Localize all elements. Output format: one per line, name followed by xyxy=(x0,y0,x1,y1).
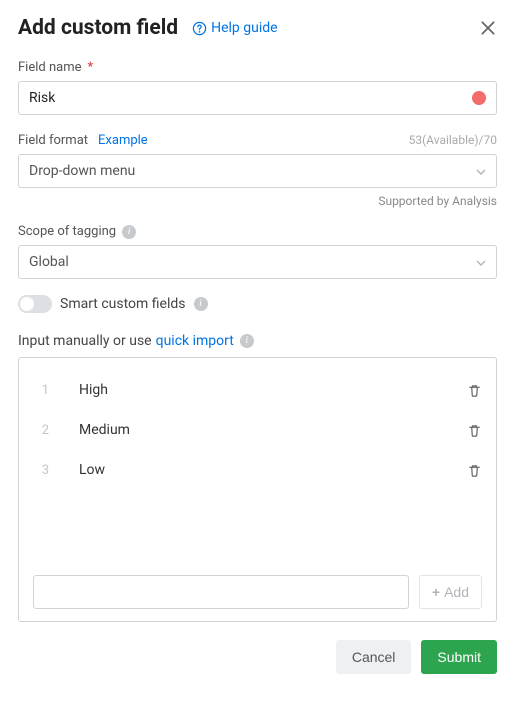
option-label: Medium xyxy=(79,422,437,438)
new-option-input[interactable] xyxy=(33,575,409,609)
scope-label: Scope of tagging xyxy=(18,224,116,239)
close-button[interactable] xyxy=(479,19,497,37)
manual-input-label: Input manually or use xyxy=(18,333,152,349)
option-row[interactable]: 1 High xyxy=(33,370,482,410)
example-link[interactable]: Example xyxy=(98,133,148,148)
option-index: 3 xyxy=(33,463,49,478)
add-button-label: Add xyxy=(444,584,469,600)
chevron-down-icon xyxy=(476,254,486,270)
option-row[interactable]: 3 Low xyxy=(33,450,482,490)
smart-fields-label: Smart custom fields xyxy=(60,296,186,312)
cancel-button[interactable]: Cancel xyxy=(336,640,412,674)
page-title: Add custom field xyxy=(18,16,178,40)
field-name-label: Field name xyxy=(18,60,82,75)
option-index: 1 xyxy=(33,383,49,398)
info-icon[interactable]: i xyxy=(240,334,254,348)
scope-value: Global xyxy=(29,254,69,270)
field-format-label: Field format xyxy=(18,133,88,148)
field-name-value: Risk xyxy=(29,90,55,106)
option-row[interactable]: 2 Medium xyxy=(33,410,482,450)
delete-option-button[interactable] xyxy=(467,383,482,398)
field-format-select[interactable]: Drop-down menu xyxy=(18,154,497,188)
delete-option-button[interactable] xyxy=(467,423,482,438)
info-icon[interactable]: i xyxy=(122,225,136,239)
supported-by-analysis: Supported by Analysis xyxy=(18,194,497,208)
option-label: High xyxy=(79,382,437,398)
field-name-input[interactable]: Risk xyxy=(18,81,497,115)
add-option-button[interactable]: + Add xyxy=(419,575,482,609)
info-icon[interactable]: i xyxy=(194,297,208,311)
help-icon xyxy=(192,21,207,36)
option-label: Low xyxy=(79,462,437,478)
submit-button[interactable]: Submit xyxy=(421,640,497,674)
quick-import-link[interactable]: quick import xyxy=(156,333,234,349)
delete-option-button[interactable] xyxy=(467,463,482,478)
plus-icon: + xyxy=(432,584,440,600)
field-format-value: Drop-down menu xyxy=(29,163,135,179)
option-index: 2 xyxy=(33,423,49,438)
help-guide-link[interactable]: Help guide xyxy=(192,20,277,36)
smart-fields-toggle[interactable] xyxy=(18,295,52,313)
risk-color-indicator[interactable] xyxy=(472,91,486,105)
help-guide-text: Help guide xyxy=(211,20,277,36)
required-mark: * xyxy=(88,60,94,75)
chevron-down-icon xyxy=(476,163,486,179)
options-box: 1 High 2 Medium 3 Low + Add xyxy=(18,357,497,622)
scope-select[interactable]: Global xyxy=(18,245,497,279)
format-counter: 53(Available)/70 xyxy=(409,133,497,147)
